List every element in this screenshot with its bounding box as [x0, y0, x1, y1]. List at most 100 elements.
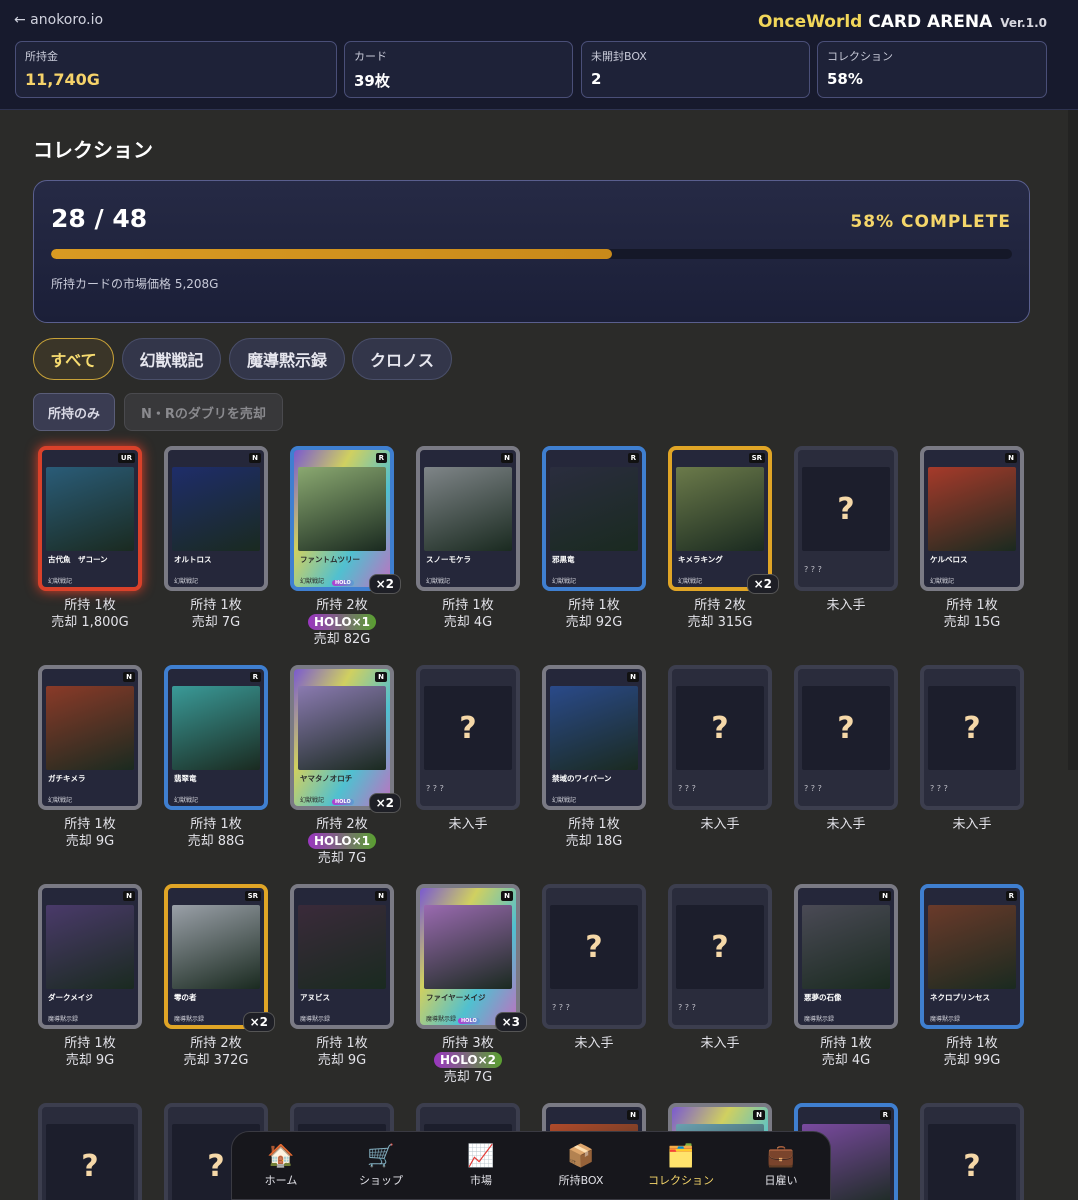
owned-count: 所持 1枚 — [820, 1036, 872, 1051]
card-art — [46, 905, 134, 989]
card-art — [298, 905, 386, 989]
holo-count-row: HOLO×1 — [270, 833, 414, 850]
progress-bar — [51, 249, 1012, 259]
stat-money: 所持金 11,740G — [15, 41, 337, 98]
card-art — [46, 686, 134, 770]
card-name: ヤマタノオロチ — [300, 774, 353, 783]
collection-card[interactable]: SR キメラキング 幻獣戦記 — [668, 446, 772, 591]
card-name: 禁域のワイバーン — [552, 774, 612, 783]
sell-price: 売却 372G — [183, 1053, 249, 1068]
owned-count: 所持 1枚 — [946, 1036, 998, 1051]
sell-price: 売却 88G — [187, 834, 245, 849]
card-info: 未入手 — [396, 816, 540, 833]
owned-count: 未入手 — [574, 1036, 614, 1051]
version-label: Ver.1.0 — [1000, 16, 1047, 30]
card-info: 所持 1枚 売却 99G — [900, 1035, 1044, 1069]
holo-count-row: HOLO×2 — [396, 1052, 540, 1069]
tab-madou-mokushiroku[interactable]: 魔導黙示録 — [229, 338, 345, 380]
collection-card[interactable]: N ケルベロス 幻獣戦記 — [920, 446, 1024, 591]
rarity-badge: R — [375, 453, 387, 463]
collection-card[interactable]: R ファントムツリー 幻獣戦記 HOLO — [290, 446, 394, 591]
tab-all[interactable]: すべて — [33, 338, 114, 380]
stat-label: コレクション — [827, 50, 893, 63]
card-set: 幻獣戦記 — [300, 578, 325, 585]
rarity-badge: R — [1005, 891, 1017, 901]
chart-icon: 📈 — [467, 1144, 495, 1169]
unknown-card-mark: ? — [46, 1124, 134, 1200]
tab-genjuu-senki[interactable]: 幻獣戦記 — [122, 338, 221, 380]
collection-card[interactable]: N 禁域のワイバーン 幻獣戦記 — [542, 665, 646, 810]
card-art — [424, 905, 512, 989]
sell-price: 売却 7G — [317, 851, 367, 866]
holo-count-badge: HOLO×2 — [433, 1052, 503, 1068]
rarity-badge: R — [627, 453, 639, 463]
owned-count: 所持 3枚 — [442, 1036, 494, 1051]
collection-card[interactable]: ? ? ? ? — [920, 665, 1024, 810]
scrollbar[interactable] — [1068, 110, 1078, 770]
card-info: 所持 1枚 売却 4G — [396, 597, 540, 631]
market-value-label: 所持カードの市場価格 5,208G — [51, 277, 219, 291]
collection-card[interactable]: R 邪黒竜 幻獣戦記 — [542, 446, 646, 591]
collection-card[interactable]: UR 古代魚 ザコーン 幻獣戦記 — [38, 446, 142, 591]
card-info: 未入手 — [648, 816, 792, 833]
collection-card[interactable]: R ネクロプリンセス 魔導黙示録 — [920, 884, 1024, 1029]
collection-card[interactable]: N ヤマタノオロチ 幻獣戦記 HOLO — [290, 665, 394, 810]
collection-card[interactable]: ? ? ? ? — [542, 884, 646, 1029]
collection-card[interactable]: N アヌビス 魔導黙示録 — [290, 884, 394, 1029]
collection-card[interactable]: ? — [920, 1103, 1024, 1200]
collection-card[interactable]: ? ? ? ? — [416, 665, 520, 810]
collection-card[interactable]: ? ? ? ? — [668, 884, 772, 1029]
card-name: ダークメイジ — [48, 993, 93, 1002]
collection-card[interactable]: ? ? ? ? — [794, 665, 898, 810]
collection-card[interactable]: ? ? ? ? — [794, 446, 898, 591]
card-name: ? ? ? — [804, 784, 822, 793]
nav-label: コレクション — [648, 1174, 714, 1187]
collection-card[interactable]: SR 零の者 魔導黙示録 — [164, 884, 268, 1029]
card-name: ケルベロス — [930, 555, 968, 564]
sell-price: 売却 82G — [313, 632, 371, 647]
owned-count: 所持 1枚 — [316, 1036, 368, 1051]
quantity-badge: ×2 — [368, 574, 401, 594]
sell-duplicates-button[interactable]: N・Rのダブリを売却 — [124, 393, 283, 431]
collection-card[interactable]: ? — [38, 1103, 142, 1200]
nav-label: 所持BOX — [558, 1174, 604, 1187]
owned-count: 所持 1枚 — [64, 817, 116, 832]
tab-chronos[interactable]: クロノス — [352, 338, 452, 380]
card-name: ファントムツリー — [300, 555, 360, 564]
collection-card[interactable]: N 悪夢の石像 魔導黙示録 — [794, 884, 898, 1029]
card-name: ファイヤーメイジ — [426, 993, 486, 1002]
back-link[interactable]: ← anokoro.io — [14, 12, 103, 28]
collection-card[interactable]: R 翡翠竜 幻獣戦記 — [164, 665, 268, 810]
sell-price: 売却 9G — [65, 834, 115, 849]
nav-shop[interactable]: 🛒 ショップ — [336, 1144, 426, 1188]
collection-card[interactable]: N ダークメイジ 魔導黙示録 — [38, 884, 142, 1029]
collection-card[interactable]: N ガチキメラ 幻獣戦記 — [38, 665, 142, 810]
collection-card[interactable]: N スノーモケラ 幻獣戦記 — [416, 446, 520, 591]
collection-card[interactable]: N ファイヤーメイジ 魔導黙示録 HOLO — [416, 884, 520, 1029]
stat-collection: コレクション 58% — [817, 41, 1047, 98]
card-info: 所持 2枚 売却 315G — [648, 597, 792, 631]
card-art — [676, 467, 764, 551]
quantity-badge: ×2 — [242, 1012, 275, 1032]
card-info: 所持 2枚 HOLO×1 売却 7G — [270, 816, 414, 867]
rarity-badge: R — [249, 672, 261, 682]
card-set: 幻獣戦記 — [552, 797, 577, 804]
nav-owned-box[interactable]: 📦 所持BOX — [536, 1144, 626, 1188]
nav-collection[interactable]: 🗂️ コレクション — [636, 1144, 726, 1188]
owned-only-filter[interactable]: 所持のみ — [33, 393, 115, 431]
holo-mark: HOLO — [458, 1018, 480, 1024]
rarity-badge: N — [123, 672, 135, 682]
rarity-badge: N — [375, 891, 387, 901]
card-set: 幻獣戦記 — [48, 578, 73, 585]
rarity-badge: N — [627, 1110, 639, 1120]
owned-count: 未入手 — [826, 817, 866, 832]
card-name: ネクロプリンセス — [930, 993, 990, 1002]
nav-daily-job[interactable]: 💼 日雇い — [736, 1144, 826, 1188]
app-title: OnceWorld CARD ARENA Ver.1.0 — [758, 12, 1047, 32]
owned-count: 所持 2枚 — [316, 817, 368, 832]
nav-market[interactable]: 📈 市場 — [436, 1144, 526, 1188]
card-art — [928, 467, 1016, 551]
collection-card[interactable]: ? ? ? ? — [668, 665, 772, 810]
collection-card[interactable]: N オルトロス 幻獣戦記 — [164, 446, 268, 591]
nav-home[interactable]: 🏠 ホーム — [236, 1144, 326, 1188]
